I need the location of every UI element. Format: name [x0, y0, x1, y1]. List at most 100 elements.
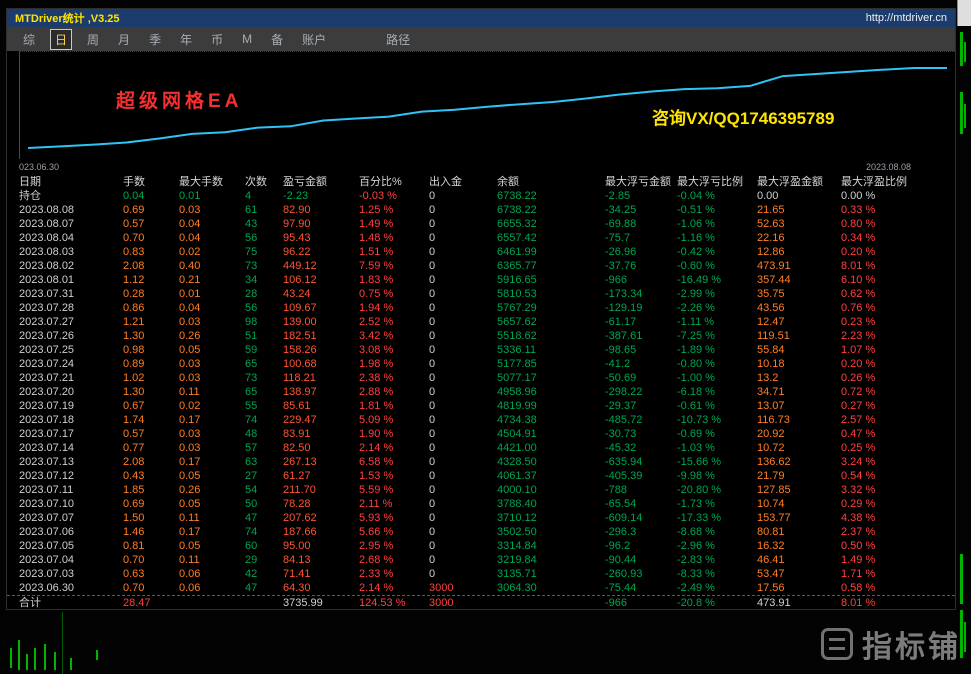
table-row-cell-8: -966 — [605, 273, 677, 287]
table-row-cell-8: -65.54 — [605, 497, 677, 511]
table-row-cell-3: 51 — [245, 329, 283, 343]
table-row-cell-6: 0 — [429, 497, 497, 511]
total-row-cell-0: 合计 — [19, 596, 123, 609]
table-row-cell-3: 28 — [245, 287, 283, 301]
table-header-row-cell-8: 最大浮亏金额 — [605, 175, 677, 189]
table-row-cell-3: 56 — [245, 301, 283, 315]
table-row-cell-11: 0.23 % — [841, 315, 955, 329]
table-row-cell-3: 74 — [245, 413, 283, 427]
table-row-cell-5: 1.51 % — [359, 245, 429, 259]
table-header-row-cell-6: 出入金 — [429, 175, 497, 189]
table-row-cell-11: 0.26 % — [841, 371, 955, 385]
table-row-cell-9: -0.51 % — [677, 203, 757, 217]
table-row-cell-11: 2.23 % — [841, 329, 955, 343]
table-row-cell-11: 0.58 % — [841, 581, 955, 595]
table-header-row-cell-9: 最大浮亏比例 — [677, 175, 757, 189]
table-row-cell-6: 0 — [429, 469, 497, 483]
path-label[interactable]: 路径 — [386, 31, 410, 48]
table-row-cell-5: 1.25 % — [359, 203, 429, 217]
scrollbar-corner — [957, 0, 971, 26]
table-row-cell-9: -15.66 % — [677, 455, 757, 469]
table-row-cell-7: 6557.42 — [497, 231, 605, 245]
table-row-cell-0: 2023.07.05 — [19, 539, 123, 553]
table-row-cell-0: 2023.06.30 — [19, 581, 123, 595]
table-row-cell-5: 3.42 % — [359, 329, 429, 343]
tab-3[interactable]: 月 — [114, 30, 134, 49]
table-row-cell-0: 2023.07.04 — [19, 553, 123, 567]
tab-7[interactable]: M — [238, 31, 256, 47]
holding-row-cell-0: 持仓 — [19, 189, 123, 203]
table-row: 2023.07.120.430.052761.271.53 %04061.37-… — [7, 469, 955, 483]
table-row-cell-10: 12.86 — [757, 245, 841, 259]
table-row-cell-10: 34.71 — [757, 385, 841, 399]
table-row-cell-11: 3.24 % — [841, 455, 955, 469]
table-row-cell-5: 1.81 % — [359, 399, 429, 413]
tab-6[interactable]: 币 — [207, 30, 227, 49]
table-row-cell-11: 0.20 % — [841, 245, 955, 259]
table-row-cell-10: 35.75 — [757, 287, 841, 301]
website-link[interactable]: http://mtdriver.cn — [866, 12, 947, 24]
table-row-cell-3: 98 — [245, 315, 283, 329]
table-row-cell-3: 60 — [245, 539, 283, 553]
table-row-cell-2: 0.05 — [179, 469, 245, 483]
table-row-cell-7: 4000.10 — [497, 483, 605, 497]
tab-5[interactable]: 年 — [176, 30, 196, 49]
table-row-cell-7: 3788.40 — [497, 497, 605, 511]
table-row-cell-6: 0 — [429, 301, 497, 315]
table-row-cell-2: 0.26 — [179, 329, 245, 343]
table-row-cell-9: -16.49 % — [677, 273, 757, 287]
table-row-cell-9: -7.25 % — [677, 329, 757, 343]
table-row-cell-6: 0 — [429, 357, 497, 371]
total-row-cell-9: -20.8 % — [677, 596, 757, 609]
tab-1[interactable]: 日 — [50, 29, 72, 50]
table-row-cell-0: 2023.08.08 — [19, 203, 123, 217]
tab-4[interactable]: 季 — [145, 30, 165, 49]
table-row-cell-7: 6655.32 — [497, 217, 605, 231]
table-row-cell-9: -2.99 % — [677, 287, 757, 301]
table-row-cell-7: 3710.12 — [497, 511, 605, 525]
table-row-cell-1: 0.28 — [123, 287, 179, 301]
table-row-cell-1: 2.08 — [123, 455, 179, 469]
table-row-cell-10: 16.32 — [757, 539, 841, 553]
table-row-cell-0: 2023.08.02 — [19, 259, 123, 273]
stats-table: 日期手数最大手数次数盈亏金额百分比%出入金余额最大浮亏金额最大浮亏比例最大浮盈金… — [7, 175, 955, 609]
table-row-cell-10: 153.77 — [757, 511, 841, 525]
table-row-cell-9: -8.68 % — [677, 525, 757, 539]
candle — [960, 554, 963, 604]
table-row-cell-0: 2023.08.03 — [19, 245, 123, 259]
table-row-cell-1: 0.77 — [123, 441, 179, 455]
table-row: 2023.07.250.980.0559158.263.08 %05336.11… — [7, 343, 955, 357]
table-row-cell-8: -29.37 — [605, 399, 677, 413]
table-row-cell-2: 0.03 — [179, 203, 245, 217]
table-row-cell-1: 0.98 — [123, 343, 179, 357]
table-row-cell-7: 5767.29 — [497, 301, 605, 315]
table-row-cell-6: 0 — [429, 371, 497, 385]
table-row-cell-6: 0 — [429, 259, 497, 273]
table-row-cell-2: 0.05 — [179, 497, 245, 511]
table-row-cell-1: 0.70 — [123, 553, 179, 567]
table-row-cell-7: 5518.62 — [497, 329, 605, 343]
holding-row-cell-10: 0.00 — [757, 189, 841, 203]
tab-0[interactable]: 综 — [19, 30, 39, 49]
mtdriver-panel: MTDriver统计 ,V3.25 http://mtdriver.cn 综日周… — [6, 8, 956, 610]
table-row-cell-11: 0.33 % — [841, 203, 955, 217]
table-row-cell-9: -8.33 % — [677, 567, 757, 581]
table-row-cell-7: 6738.22 — [497, 203, 605, 217]
table-row: 2023.07.271.210.0398139.002.52 %05657.62… — [7, 315, 955, 329]
title-bar: MTDriver统计 ,V3.25 http://mtdriver.cn — [7, 9, 955, 27]
table-row: 2023.08.080.690.036182.901.25 %06738.22-… — [7, 203, 955, 217]
table-row-cell-1: 0.67 — [123, 399, 179, 413]
table-row-cell-7: 5810.53 — [497, 287, 605, 301]
tab-8[interactable]: 备 — [267, 30, 287, 49]
table-row-cell-7: 5916.65 — [497, 273, 605, 287]
table-row-cell-2: 0.05 — [179, 343, 245, 357]
tab-2[interactable]: 周 — [83, 30, 103, 49]
table-row-cell-0: 2023.07.13 — [19, 455, 123, 469]
table-row-cell-11: 0.20 % — [841, 357, 955, 371]
tab-9[interactable]: 账户 — [298, 30, 330, 49]
table-row: 2023.07.030.630.064271.412.33 %03135.71-… — [7, 567, 955, 581]
table-row-cell-9: -10.73 % — [677, 413, 757, 427]
table-header-row-cell-0: 日期 — [19, 175, 123, 189]
holding-row-cell-5: -0.03 % — [359, 189, 429, 203]
table-row-cell-5: 7.59 % — [359, 259, 429, 273]
